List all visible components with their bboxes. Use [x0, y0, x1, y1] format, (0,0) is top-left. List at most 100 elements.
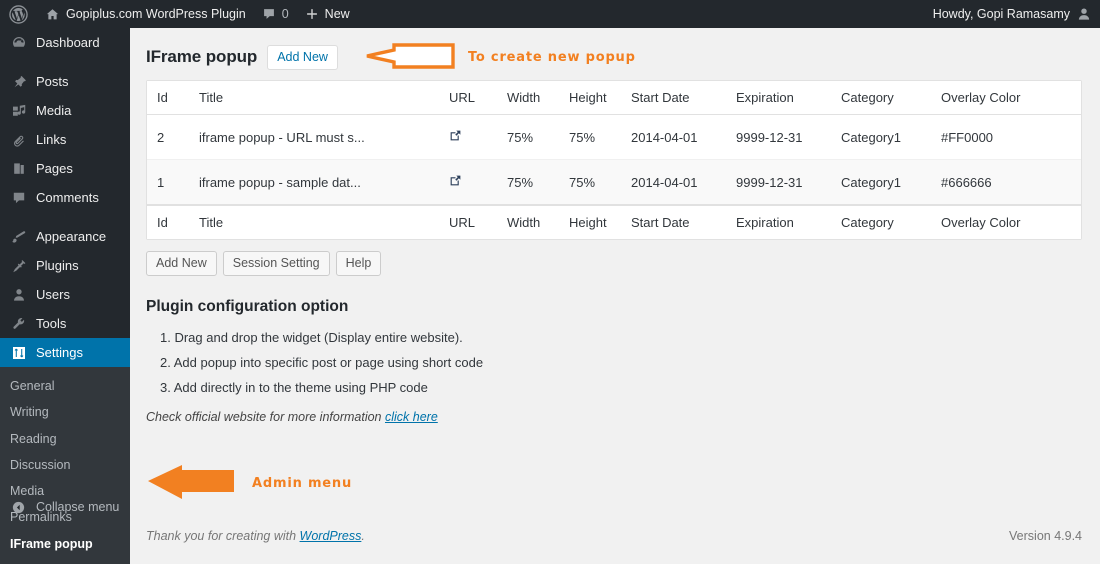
column-header-title[interactable]: Title	[189, 81, 439, 115]
table-row[interactable]: 1 iframe popup - sample dat... 75% 75% 2…	[147, 160, 1081, 205]
sidebar-item-dashboard[interactable]: Dashboard	[0, 28, 130, 57]
new-content-label: New	[324, 7, 350, 21]
column-footer-height[interactable]: Height	[559, 205, 621, 239]
popup-list-table: Id Title URL Width Height Start Date Exp…	[146, 80, 1082, 240]
sidebar-item-label: Dashboard	[36, 35, 100, 50]
column-footer-overlay-color[interactable]: Overlay Color	[931, 205, 1081, 239]
add-new-button-top[interactable]: Add New	[267, 44, 338, 70]
add-new-button[interactable]: Add New	[146, 251, 217, 276]
table-body: 2 iframe popup - URL must s... 75% 75% 2…	[147, 115, 1081, 205]
collapse-menu-label: Collapse menu	[36, 500, 120, 514]
column-footer-url[interactable]: URL	[439, 205, 497, 239]
sidebar-item-label: Appearance	[36, 229, 107, 244]
column-footer-title[interactable]: Title	[189, 205, 439, 239]
external-link-icon[interactable]	[449, 174, 462, 190]
table-action-buttons: Add New Session Setting Help	[146, 251, 1082, 276]
config-option-item: 1. Drag and drop the widget (Display ent…	[160, 330, 463, 345]
admin-footer: Thank you for creating with WordPress. V…	[130, 522, 1100, 550]
cell-width: 75%	[497, 160, 559, 205]
site-name-menu[interactable]: Gopiplus.com WordPress Plugin	[37, 0, 254, 28]
user-icon	[10, 287, 27, 303]
external-link-icon[interactable]	[449, 129, 462, 145]
column-header-id[interactable]: Id	[147, 81, 189, 115]
sidebar-item-media[interactable]: Media	[0, 96, 130, 125]
column-header-start-date[interactable]: Start Date	[621, 81, 726, 115]
page-header: IFrame popup Add New To create new popup	[146, 38, 1082, 76]
submenu-item-discussion[interactable]: Discussion	[0, 452, 130, 478]
page-title: IFrame popup	[146, 47, 258, 66]
click-here-link[interactable]: click here	[385, 410, 438, 424]
column-header-width[interactable]: Width	[497, 81, 559, 115]
sidebar-item-links[interactable]: Links	[0, 125, 130, 154]
submenu-item-reading[interactable]: Reading	[0, 426, 130, 452]
footer-thanks-prefix: Thank you for creating with	[146, 529, 300, 543]
sidebar-item-appearance[interactable]: Appearance	[0, 222, 130, 251]
collapse-arrow-icon	[10, 500, 27, 515]
cell-overlay-color: #FF0000	[931, 115, 1081, 160]
menu-separator	[0, 57, 130, 67]
config-section-heading: Plugin configuration option	[146, 298, 349, 315]
settings-submenu: General Writing Reading Discussion Media…	[0, 367, 130, 564]
cell-height: 75%	[559, 160, 621, 205]
column-footer-start-date[interactable]: Start Date	[621, 205, 726, 239]
new-content-button[interactable]: New	[297, 0, 358, 28]
column-footer-width[interactable]: Width	[497, 205, 559, 239]
site-name-label: Gopiplus.com WordPress Plugin	[66, 7, 246, 21]
table-header-row: Id Title URL Width Height Start Date Exp…	[147, 81, 1081, 115]
table-head: Id Title URL Width Height Start Date Exp…	[147, 81, 1081, 115]
sidebar-item-label: Users	[36, 287, 70, 302]
submenu-item-general[interactable]: General	[0, 373, 130, 399]
comments-bubble-button[interactable]: 0	[254, 0, 297, 28]
table-foot: Id Title URL Width Height Start Date Exp…	[147, 205, 1081, 239]
user-avatar-icon	[1076, 6, 1092, 22]
collapse-menu-button[interactable]: Collapse menu	[0, 492, 130, 522]
sidebar-item-users[interactable]: Users	[0, 280, 130, 309]
arrow-left-filled-icon	[146, 465, 238, 502]
paperclip-icon	[10, 132, 27, 148]
menu-separator	[0, 212, 130, 222]
sidebar-item-comments[interactable]: Comments	[0, 183, 130, 212]
sidebar-item-label: Tools	[36, 316, 67, 331]
wordpress-link[interactable]: WordPress	[300, 529, 362, 543]
column-footer-id[interactable]: Id	[147, 205, 189, 239]
wordpress-version: Version 4.9.4	[1009, 529, 1082, 543]
sidebar-item-settings[interactable]: Settings	[0, 338, 138, 367]
submenu-item-writing[interactable]: Writing	[0, 399, 130, 425]
config-option-list: 1. Drag and drop the widget (Display ent…	[146, 330, 1082, 395]
sidebar-item-label: Media	[36, 103, 72, 118]
table-row[interactable]: 2 iframe popup - URL must s... 75% 75% 2…	[147, 115, 1081, 160]
main-content-area: IFrame popup Add New To create new popup…	[130, 28, 1100, 550]
cell-start-date: 2014-04-01	[621, 160, 726, 205]
sidebar-item-label: Settings	[36, 345, 83, 360]
column-header-height[interactable]: Height	[559, 81, 621, 115]
sidebar-item-label: Posts	[36, 74, 69, 89]
config-note: Check official website for more informat…	[146, 410, 1082, 424]
cell-url	[439, 115, 497, 160]
dashboard-icon	[10, 35, 27, 51]
help-button[interactable]: Help	[335, 251, 382, 276]
sidebar-item-posts[interactable]: Posts	[0, 67, 130, 96]
annotation-bottom: Admin menu	[146, 465, 352, 502]
arrow-left-outline-icon	[364, 42, 456, 72]
submenu-item-iframe-popup[interactable]: IFrame popup	[0, 531, 130, 557]
sidebar-item-pages[interactable]: Pages	[0, 154, 130, 183]
sidebar-item-plugins[interactable]: Plugins	[0, 251, 130, 280]
column-footer-expiration[interactable]: Expiration	[726, 205, 831, 239]
column-header-overlay-color[interactable]: Overlay Color	[931, 81, 1081, 115]
table-footer-row: Id Title URL Width Height Start Date Exp…	[147, 205, 1081, 239]
column-header-category[interactable]: Category	[831, 81, 931, 115]
cell-category: Category1	[831, 160, 931, 205]
wordpress-logo-button[interactable]	[0, 0, 37, 28]
comment-bubble-icon	[10, 190, 27, 206]
cell-width: 75%	[497, 115, 559, 160]
column-header-url[interactable]: URL	[439, 81, 497, 115]
my-account-menu[interactable]: Howdy, Gopi Ramasamy	[925, 0, 1100, 28]
cell-title: iframe popup - URL must s...	[189, 115, 439, 160]
sidebar-item-label: Pages	[36, 161, 73, 176]
column-footer-category[interactable]: Category	[831, 205, 931, 239]
sidebar-item-tools[interactable]: Tools	[0, 309, 130, 338]
config-option-item: 2. Add popup into specific post or page …	[160, 355, 484, 370]
column-header-expiration[interactable]: Expiration	[726, 81, 831, 115]
session-setting-button[interactable]: Session Setting	[222, 251, 330, 276]
sidebar-item-label: Comments	[36, 190, 99, 205]
